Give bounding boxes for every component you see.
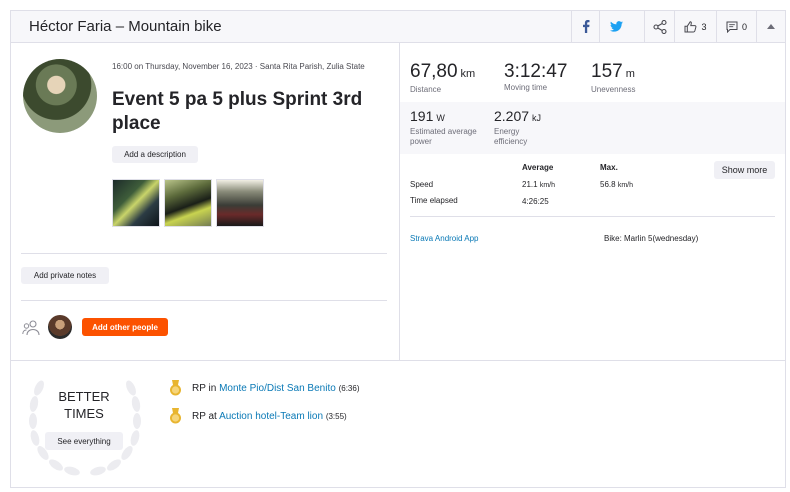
energy-unit: kJ [532, 113, 542, 123]
athlete-activity-title: Héctor Faria – Mountain bike [29, 18, 222, 35]
activity-photo[interactable] [112, 179, 160, 227]
energy-value: 2.207 [494, 108, 530, 124]
share-icon [652, 19, 667, 34]
divider [410, 216, 775, 217]
add-other-people-button[interactable]: Add other people [82, 318, 168, 336]
activity-date-location: 16:00 on Thursday, November 16, 2023 · S… [112, 62, 365, 71]
kudos-icon [684, 20, 697, 32]
stat-moving-time: 3:12:47 Moving time [504, 61, 567, 93]
power-unit: W [436, 113, 445, 123]
show-more-button[interactable]: Show more [714, 161, 775, 179]
column-divider [399, 43, 400, 361]
activity-name: Event 5 pa 5 plus Sprint 3rd place [112, 89, 363, 134]
speed-label: Speed [410, 180, 434, 189]
distance-label: Distance [410, 85, 442, 94]
column-average: Average [522, 163, 554, 172]
stat-distance: 67,80 km Distance [410, 61, 475, 95]
companion-avatar[interactable] [48, 315, 72, 339]
energy-label: Energy efficiency [494, 127, 528, 146]
athlete-avatar[interactable] [23, 59, 97, 133]
record-row: RP at Auction hotel-Team lion (3:55) [192, 411, 347, 422]
comment-icon [726, 21, 738, 33]
activity-photo[interactable] [216, 179, 264, 227]
power-label: Estimated average power [410, 127, 477, 146]
record-row: RP in Monte Pio/Dist San Benito (6:36) [192, 383, 360, 394]
comments-button[interactable]: 0 [716, 11, 756, 42]
unevenness-label: Unevenness [591, 85, 636, 94]
moving-time-label: Moving time [504, 83, 548, 92]
kudos-count: 3 [701, 21, 707, 32]
collapse-icon [767, 24, 775, 29]
see-everything-button[interactable]: See everything [45, 432, 123, 450]
people-icon [22, 320, 40, 336]
time-elapsed-label: Time elapsed [410, 196, 458, 205]
stat-unevenness: 157 m Unevenness [591, 61, 635, 95]
twitter-share-button[interactable] [599, 11, 633, 42]
time-elapsed-value: 4:26:25 [522, 197, 549, 206]
stat-power: 191 W Estimated average power [410, 107, 482, 147]
column-max: Max. [600, 163, 618, 172]
better-times-title: BETTER TIMES [58, 389, 110, 421]
unevenness-value: 157 [591, 61, 623, 82]
divider [21, 300, 387, 301]
device-link[interactable]: Strava Android App [410, 234, 479, 243]
distance-value: 67,80 [410, 61, 458, 82]
divider [21, 253, 387, 254]
segment-link[interactable]: Monte Pio/Dist San Benito [219, 383, 336, 394]
laurel-icon [29, 380, 141, 476]
kudos-button[interactable]: 3 [674, 11, 716, 42]
speed-max: 56.8 km/h [600, 180, 633, 189]
stat-energy: 2.207 kJ Energy efficiency [494, 107, 552, 147]
facebook-share-button[interactable] [571, 11, 599, 42]
activity-card: Héctor Faria – Mountain bike 3 0 16:00 o… [10, 10, 786, 488]
moving-time-value: 3:12:47 [504, 61, 568, 82]
medal-icon [170, 380, 181, 396]
activity-header: Héctor Faria – Mountain bike 3 0 [11, 11, 785, 43]
distance-unit: km [460, 68, 476, 80]
share-button[interactable] [644, 11, 674, 42]
power-value: 191 [410, 108, 434, 124]
section-divider [11, 360, 785, 361]
activity-photo[interactable] [164, 179, 212, 227]
add-description-button[interactable]: Add a description [112, 146, 198, 163]
add-private-notes-button[interactable]: Add private notes [21, 267, 109, 284]
medal-icon [170, 408, 181, 424]
segment-link[interactable]: Auction hotel-Team lion [219, 411, 323, 422]
facebook-icon [582, 20, 589, 33]
bike-info: Bike: Marlin 5(wednesday) [604, 234, 699, 243]
speed-average: 21.1 km/h [522, 180, 555, 189]
twitter-icon [610, 21, 623, 32]
collapse-button[interactable] [756, 11, 785, 42]
unevenness-unit: m [625, 68, 635, 80]
comments-count: 0 [741, 21, 747, 32]
